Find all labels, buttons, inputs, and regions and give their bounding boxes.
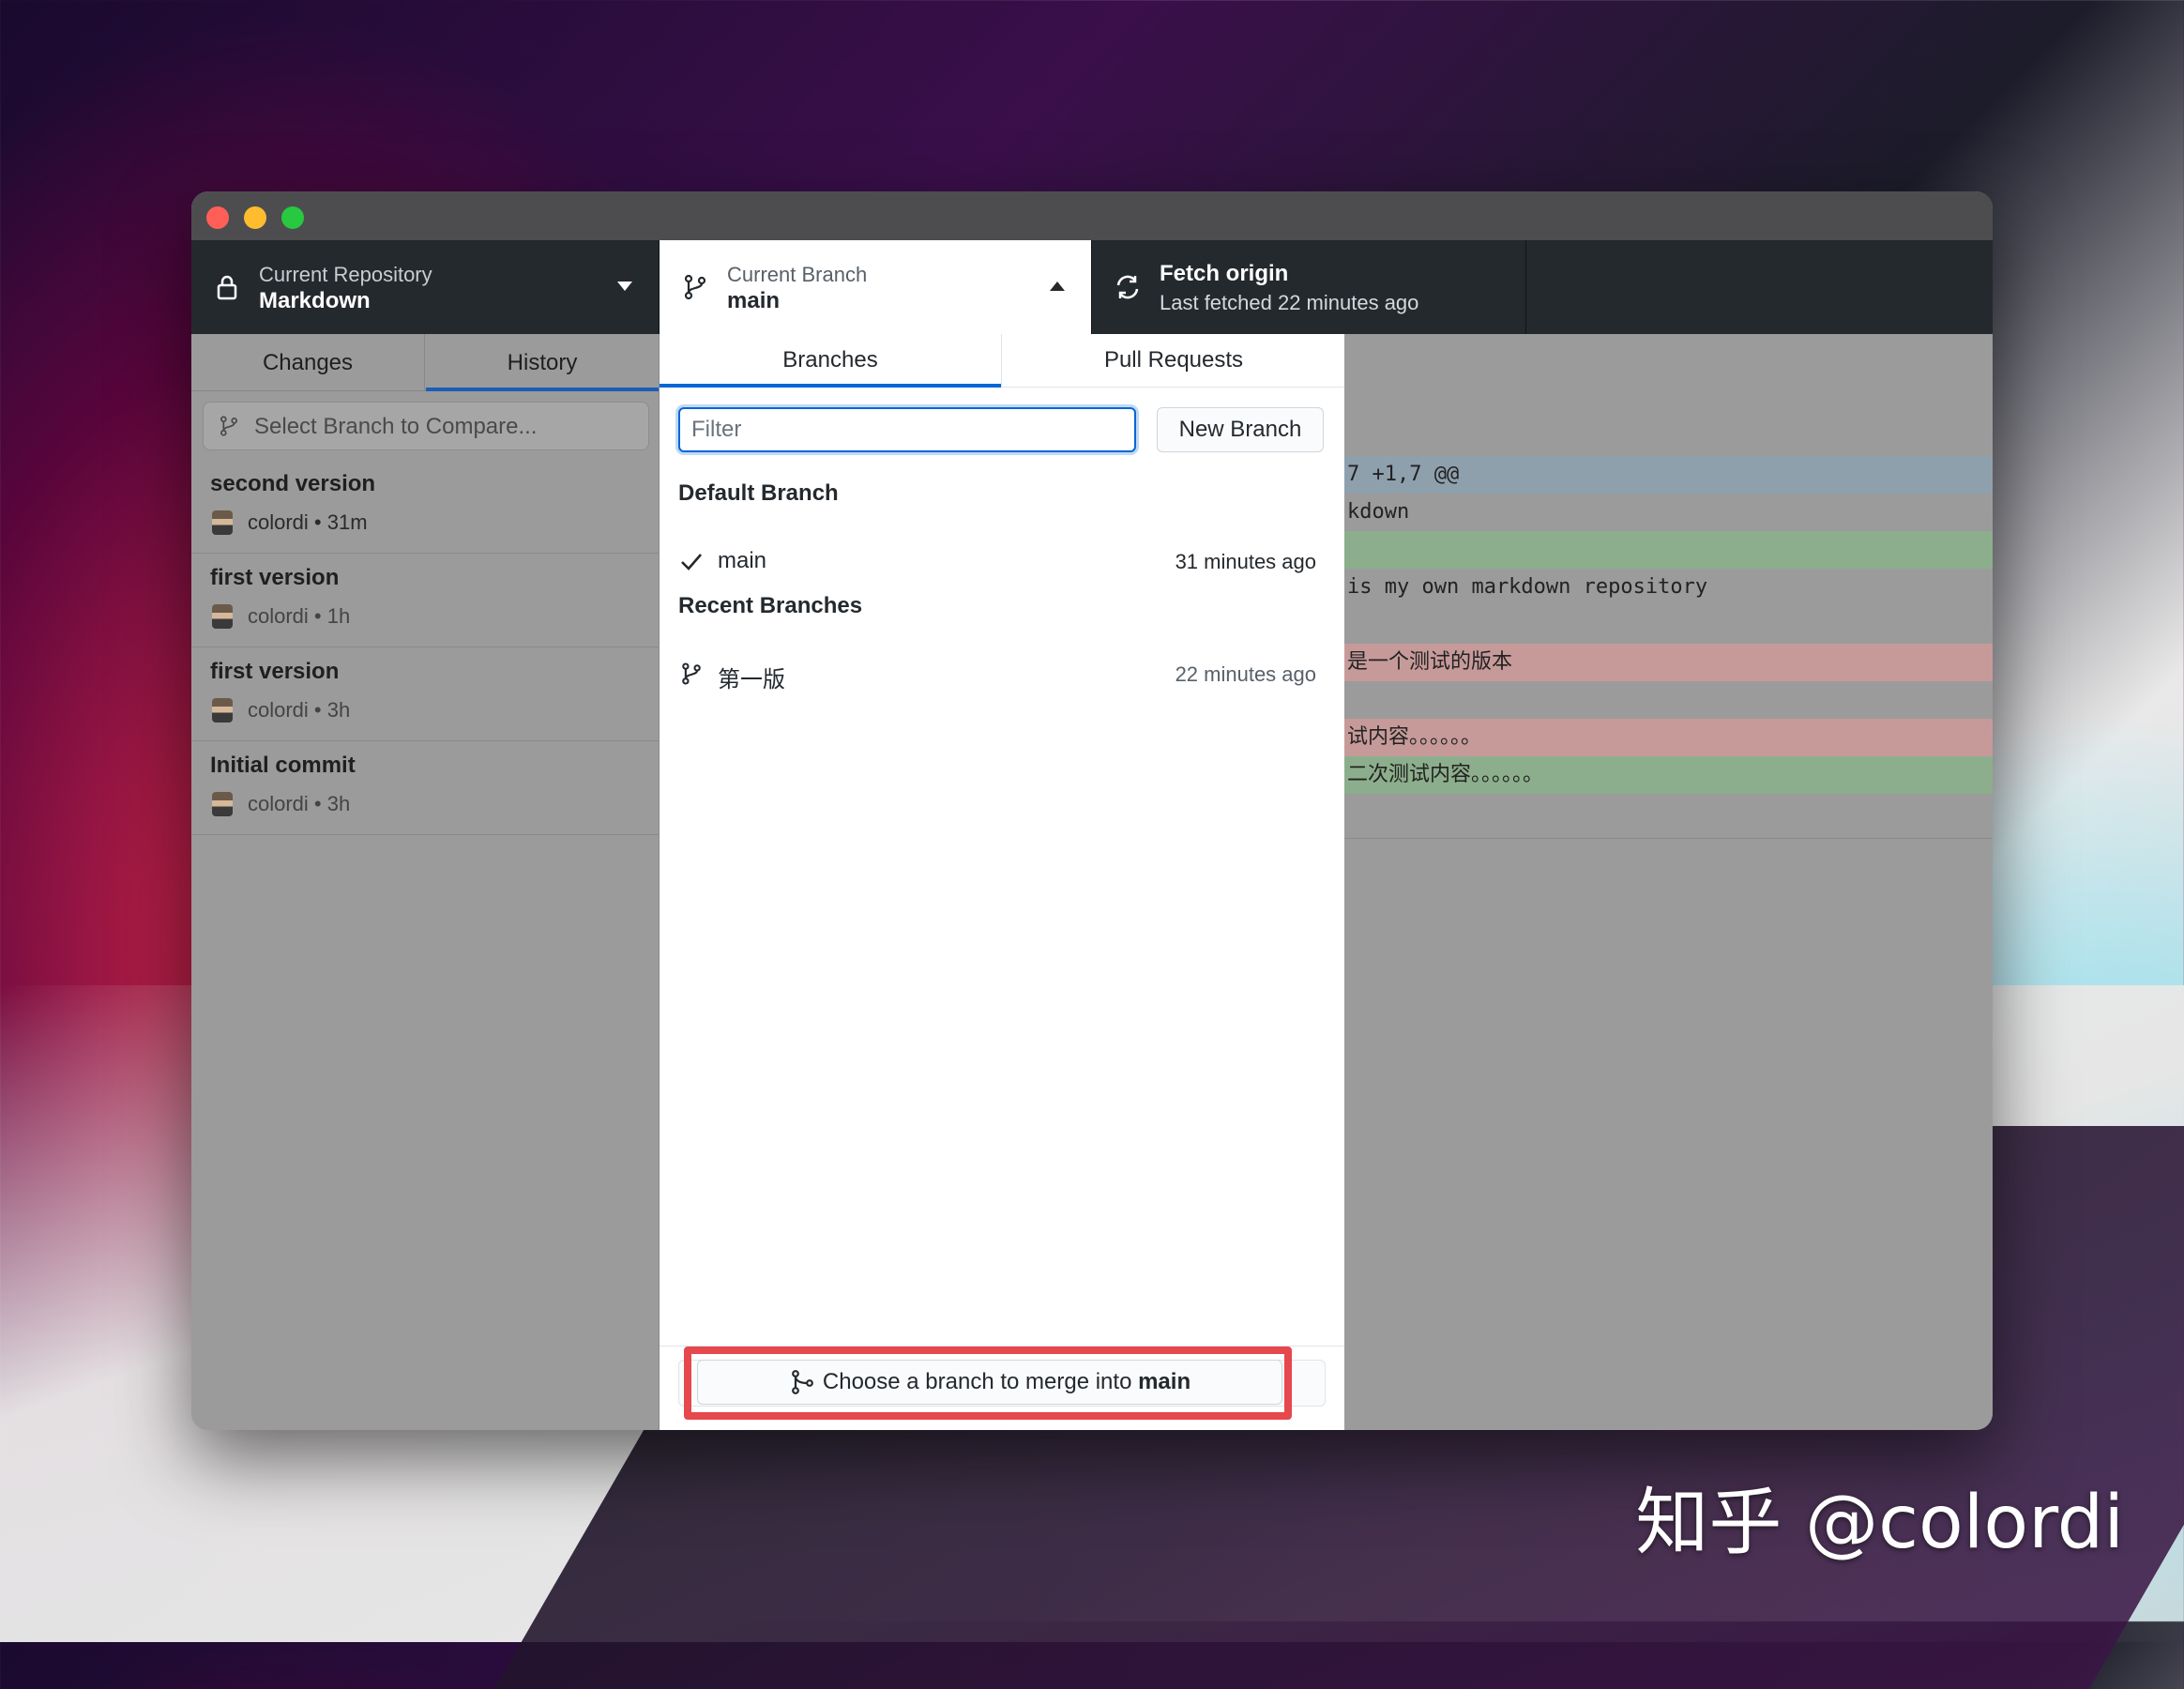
commit-list-item[interactable]: first version colordi • 1h xyxy=(191,554,659,647)
commit-title: Initial commit xyxy=(210,753,356,778)
diff-line xyxy=(1343,606,1993,644)
git-branch-icon xyxy=(684,274,706,300)
lock-icon xyxy=(217,275,237,300)
fetch-subtitle: Last fetched 22 minutes ago xyxy=(1160,291,1419,314)
current-repository-button[interactable]: Current Repository Markdown xyxy=(191,240,660,334)
tab-history[interactable]: History xyxy=(426,334,659,391)
git-branch-icon xyxy=(682,662,701,685)
repo-name: Markdown xyxy=(259,288,371,313)
diff-line-added xyxy=(1343,531,1993,569)
branch-name: main xyxy=(727,288,781,313)
avatar xyxy=(212,792,233,816)
window-minimize-button[interactable] xyxy=(244,206,266,229)
branch-name: 第一版 xyxy=(718,666,785,692)
diff-line: kdown xyxy=(1343,494,1993,531)
new-branch-button[interactable]: New Branch xyxy=(1157,407,1324,452)
commit-title: second version xyxy=(210,471,376,496)
avatar xyxy=(212,604,233,629)
default-branch-heading: Default Branch xyxy=(678,480,839,506)
branch-time: 22 minutes ago xyxy=(1175,662,1316,686)
diff-line-removed: 是一个测试的版本 xyxy=(1343,644,1993,681)
fetch-origin-button[interactable]: Fetch origin Last fetched 22 minutes ago xyxy=(1092,240,1526,334)
check-icon xyxy=(681,554,702,571)
merge-button-label: Choose a branch to merge into xyxy=(822,1368,1139,1394)
merge-target-branch: main xyxy=(1138,1368,1191,1394)
app-window: Current Repository Markdown Current Bran… xyxy=(191,191,1993,1430)
commit-meta: colordi • 3h xyxy=(248,698,351,722)
tab-pull-requests[interactable]: Pull Requests xyxy=(1003,334,1344,387)
tab-branches[interactable]: Branches xyxy=(660,334,1002,388)
commit-list-item[interactable]: first version colordi • 3h xyxy=(191,647,659,741)
commit-list-item[interactable]: second version colordi • 31m xyxy=(191,460,659,554)
compare-placeholder: Select Branch to Compare... xyxy=(254,414,538,439)
window-close-button[interactable] xyxy=(206,206,229,229)
repo-label: Current Repository xyxy=(259,263,432,286)
avatar xyxy=(212,510,233,535)
chevron-down-icon xyxy=(617,282,632,291)
popover-tabs: Branches Pull Requests xyxy=(660,334,1344,388)
current-branch-button[interactable]: Current Branch main xyxy=(660,240,1092,334)
merge-into-branch-button[interactable]: Choose a branch to merge into main xyxy=(697,1360,1282,1405)
watermark-text: 知乎 @colordi xyxy=(1635,1481,2124,1565)
diff-header xyxy=(1343,334,1993,457)
branch-list-item[interactable]: 第一版 22 minutes ago xyxy=(660,647,1344,702)
toolbar: Current Repository Markdown Current Bran… xyxy=(191,240,1993,334)
branch-filter-input[interactable] xyxy=(678,407,1136,452)
popover-footer: Choose a branch to merge into main xyxy=(660,1346,1344,1430)
diff-divider xyxy=(1343,838,1993,839)
commit-list-item[interactable]: Initial commit colordi • 3h xyxy=(191,741,659,835)
window-zoom-button[interactable] xyxy=(281,206,304,229)
diff-line xyxy=(1343,681,1993,719)
branch-time: 31 minutes ago xyxy=(1175,550,1316,573)
compare-branch-input[interactable]: Select Branch to Compare... xyxy=(203,402,649,450)
sync-icon xyxy=(1116,275,1139,299)
commit-meta: colordi • 3h xyxy=(248,792,351,815)
git-branch-icon xyxy=(220,416,238,436)
chevron-up-icon xyxy=(1050,282,1065,291)
avatar xyxy=(212,698,233,723)
tab-changes[interactable]: Changes xyxy=(191,334,425,390)
diff-hunk-header: 7 +1,7 @@ xyxy=(1343,456,1993,494)
branch-name: main xyxy=(718,548,767,573)
commit-title: first version xyxy=(210,659,340,684)
diff-line-removed: 试内容。。。。。。 xyxy=(1343,719,1993,756)
branch-label: Current Branch xyxy=(727,263,868,286)
branch-list-item[interactable]: main 31 minutes ago xyxy=(660,535,1344,589)
history-sidebar: Changes History Select Branch to Compare… xyxy=(191,334,660,1430)
recent-branches-heading: Recent Branches xyxy=(678,593,863,618)
sidebar-tabs: Changes History xyxy=(191,334,659,391)
diff-view: 7 +1,7 @@ kdown is my own markdown repos… xyxy=(1343,334,1993,1430)
diff-line: is my own markdown repository xyxy=(1343,569,1993,606)
commit-meta: colordi • 1h xyxy=(248,604,351,628)
git-merge-icon xyxy=(791,1370,813,1395)
title-bar xyxy=(191,191,1993,240)
commit-title: first version xyxy=(210,565,340,590)
branches-popover: Branches Pull Requests New Branch Defaul… xyxy=(660,334,1344,1430)
commit-meta: colordi • 31m xyxy=(248,510,368,534)
diff-line-added: 二次测试内容。。。。。。 xyxy=(1343,756,1993,794)
fetch-title: Fetch origin xyxy=(1160,261,1289,286)
